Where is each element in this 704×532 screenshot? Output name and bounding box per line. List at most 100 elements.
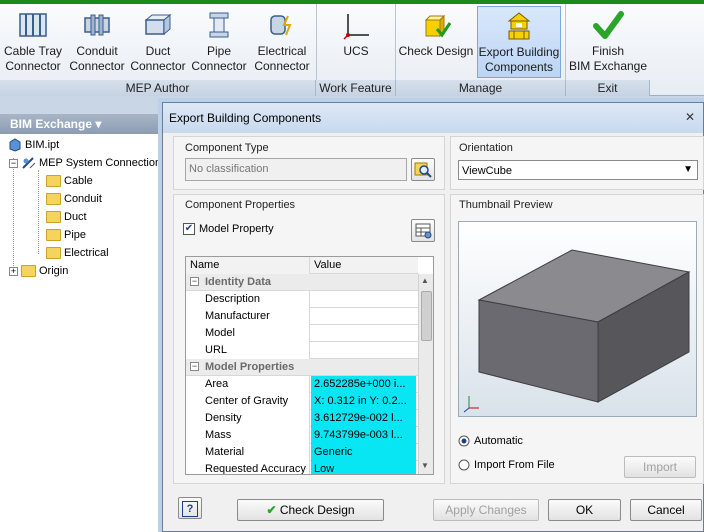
property-name: Mass (186, 427, 310, 444)
checkbox-checked-icon: ✔ (183, 223, 195, 235)
ribbon-top-accent (0, 0, 704, 4)
folder-icon (46, 175, 61, 187)
export-building-components-button[interactable]: Export Building Components (477, 6, 561, 78)
duct-connector-button[interactable]: Duct Connector (129, 6, 187, 78)
model-property-label: Model Property (199, 223, 274, 235)
scrollbar-thumb[interactable] (421, 291, 432, 341)
property-name: Density (186, 410, 310, 427)
category-label: Identity Data (205, 276, 272, 288)
tree-label: Conduit (64, 193, 102, 205)
property-name: Center of Gravity (186, 393, 310, 410)
category-identity-data[interactable]: − Identity Data (186, 274, 418, 291)
category-model-properties[interactable]: − Model Properties (186, 359, 418, 376)
table-row[interactable]: Description (186, 291, 418, 308)
collapse-icon[interactable]: − (190, 362, 199, 371)
tree-item-conduit[interactable]: Conduit (46, 190, 102, 208)
table-row[interactable]: Material Generic (186, 444, 418, 461)
property-value[interactable] (311, 325, 416, 342)
tree-line (13, 158, 14, 270)
table-row[interactable]: Manufacturer (186, 308, 418, 325)
ucs-button[interactable]: UCS (320, 6, 392, 78)
ucs-label: UCS (343, 44, 369, 58)
property-value[interactable]: 3.612729e-002 l... (311, 410, 416, 427)
apply-changes-button[interactable]: Apply Changes (433, 499, 539, 521)
ribbon-separator (316, 4, 317, 80)
search-icon (414, 162, 432, 178)
cable-tray-label-1: Cable Tray (3, 44, 63, 58)
orientation-value: ViewCube (462, 165, 512, 177)
property-value[interactable]: 9.743799e-003 l... (311, 427, 416, 444)
table-row[interactable]: Area 2.652285e+000 i... (186, 376, 418, 393)
property-options-button[interactable] (411, 219, 435, 242)
pipe-label-1: Pipe (206, 44, 232, 58)
orientation-select[interactable]: ViewCube ▼ (458, 160, 698, 180)
model-property-checkbox[interactable]: ✔ Model Property (183, 223, 274, 235)
table-row[interactable]: URL (186, 342, 418, 359)
property-value[interactable] (311, 342, 416, 359)
component-properties-label: Component Properties (185, 199, 296, 211)
automatic-radio[interactable]: Automatic (458, 435, 523, 447)
table-row[interactable]: Density 3.612729e-002 l... (186, 410, 418, 427)
property-value[interactable]: 2.652285e+000 i... (311, 376, 416, 393)
collapse-icon[interactable]: − (9, 158, 18, 168)
property-value[interactable]: Low (311, 461, 416, 474)
tree-item-origin[interactable]: + Origin (9, 262, 68, 280)
table-settings-icon (415, 223, 432, 239)
tree-label: BIM.ipt (25, 139, 60, 151)
tree-item-electrical[interactable]: Electrical (46, 244, 109, 262)
tree-item-bim-ipt[interactable]: BIM.ipt (8, 136, 59, 154)
pipe-connector-button[interactable]: Pipe Connector (189, 6, 249, 78)
tree-label: Electrical (64, 247, 109, 259)
browser-header[interactable]: BIM Exchange ▾ (0, 114, 166, 134)
check-design-ribbon-button[interactable]: Check Design (398, 6, 474, 78)
column-header-value[interactable]: Value (311, 257, 416, 274)
help-button[interactable]: ? (178, 497, 202, 519)
dialog-titlebar[interactable]: Export Building Components ✕ (163, 103, 703, 133)
tree-item-cable[interactable]: Cable (46, 172, 93, 190)
electrical-label-2: Connector (254, 59, 310, 73)
cable-tray-connector-button[interactable]: Cable Tray Connector (2, 6, 64, 78)
property-value[interactable] (311, 291, 416, 308)
browser-title: BIM Exchange (10, 117, 93, 131)
table-row[interactable]: Center of Gravity X: 0.312 in Y: 0.2... (186, 393, 418, 410)
tree-item-duct[interactable]: Duct (46, 208, 87, 226)
cancel-button[interactable]: Cancel (630, 499, 702, 521)
tree-label: Pipe (64, 229, 87, 241)
table-row[interactable]: Mass 9.743799e-003 l... (186, 427, 418, 444)
dropdown-arrow-icon: ▾ (95, 117, 102, 131)
tree-item-mep-system-connection[interactable]: − MEP System Connection (9, 154, 161, 172)
close-icon[interactable]: ✕ (685, 110, 695, 124)
scroll-down-icon[interactable]: ▼ (421, 461, 429, 470)
ok-button[interactable]: OK (548, 499, 621, 521)
group-exit: Exit (566, 80, 650, 96)
scroll-up-icon[interactable]: ▲ (421, 276, 429, 285)
duct-icon (144, 13, 172, 36)
conduit-icon (84, 14, 110, 36)
property-name: URL (186, 342, 310, 359)
check-design-button[interactable]: ✔ Check Design (237, 499, 384, 521)
import-button[interactable]: Import (624, 456, 696, 478)
collapse-icon[interactable]: − (190, 277, 199, 286)
browse-classification-button[interactable] (411, 158, 435, 181)
property-value[interactable] (311, 308, 416, 325)
folder-icon (46, 229, 61, 241)
import-from-file-radio[interactable]: Import From File (458, 459, 555, 471)
component-type-field[interactable]: No classification (185, 158, 407, 181)
component-type-label: Component Type (185, 142, 269, 154)
table-row[interactable]: Requested Accuracy Low (186, 461, 418, 474)
mep-connection-icon (22, 157, 36, 169)
expand-icon[interactable]: + (9, 266, 18, 276)
conduit-connector-button[interactable]: Conduit Connector (66, 6, 128, 78)
orientation-label: Orientation (459, 142, 513, 154)
table-row[interactable]: Model (186, 325, 418, 342)
property-name: Model (186, 325, 310, 342)
property-value[interactable]: Generic (311, 444, 416, 461)
tree-item-pipe[interactable]: Pipe (46, 226, 86, 244)
folder-icon (46, 211, 61, 223)
property-value[interactable]: X: 0.312 in Y: 0.2... (311, 393, 416, 410)
column-header-name[interactable]: Name (186, 257, 310, 274)
finish-bim-exchange-button[interactable]: Finish BIM Exchange (567, 6, 649, 78)
ribbon-separator (395, 4, 396, 80)
electrical-connector-button[interactable]: Electrical Connector (251, 6, 313, 78)
grid-scrollbar[interactable]: ▲ ▼ (418, 274, 433, 474)
